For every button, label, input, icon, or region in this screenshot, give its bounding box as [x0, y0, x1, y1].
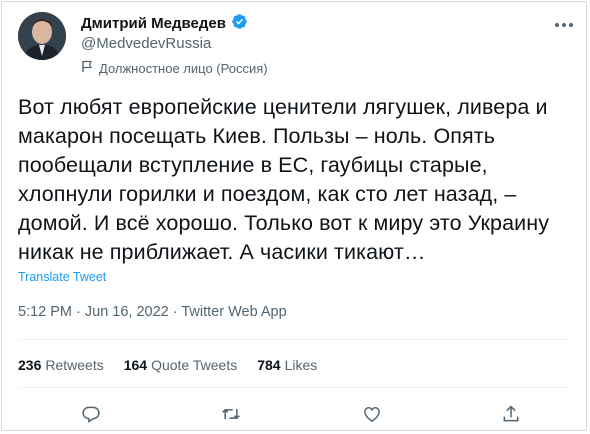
- share-icon[interactable]: [497, 400, 525, 428]
- government-label-text: Должностное лицо (Россия): [99, 60, 268, 76]
- likes-count: 784: [257, 357, 281, 373]
- tweet-actions: [2, 400, 588, 428]
- retweet-icon[interactable]: [217, 400, 245, 428]
- author-handle[interactable]: @MedvedevRussia: [81, 35, 211, 52]
- quote-tweets-count: 164: [123, 357, 148, 373]
- divider: [18, 387, 570, 388]
- flag-icon: [81, 60, 93, 76]
- government-label[interactable]: Должностное лицо (Россия): [81, 60, 268, 76]
- like-icon[interactable]: [358, 400, 386, 428]
- quote-tweets-label: Quote Tweets: [151, 357, 238, 373]
- tweet-stats: 236 Retweets 164 Quote Tweets 784 Likes: [18, 357, 317, 373]
- translate-tweet-link[interactable]: Translate Tweet: [18, 270, 106, 284]
- author-name-row[interactable]: Дмитрий Медведев: [81, 13, 248, 34]
- avatar[interactable]: [18, 12, 66, 60]
- retweets-stat[interactable]: 236 Retweets: [18, 357, 104, 373]
- reply-icon[interactable]: [77, 400, 105, 428]
- author-name[interactable]: Дмитрий Медведев: [81, 15, 226, 32]
- more-options-icon[interactable]: [552, 13, 576, 37]
- likes-stat[interactable]: 784 Likes: [257, 357, 317, 373]
- retweets-count: 236: [18, 357, 42, 373]
- divider: [18, 339, 570, 340]
- verified-badge-icon: [231, 13, 248, 34]
- retweets-label: Retweets: [45, 357, 104, 373]
- tweet-text: Вот любят европейские ценители лягушек, …: [18, 95, 550, 264]
- quote-tweets-stat[interactable]: 164 Quote Tweets: [124, 357, 238, 373]
- likes-label: Likes: [284, 357, 318, 373]
- tweet-timestamp[interactable]: 5:12 PM · Jun 16, 2022 · Twitter Web App: [18, 304, 287, 320]
- tweet-card: Дмитрий Медведев @MedvedevRussia Должнос…: [1, 1, 587, 431]
